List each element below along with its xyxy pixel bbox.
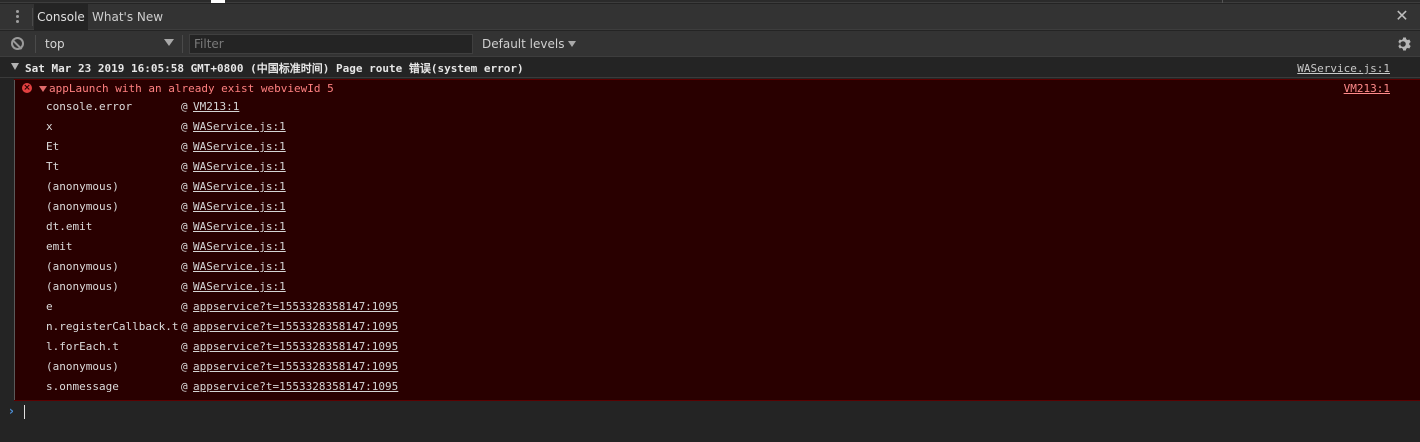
- tab-whats-new[interactable]: What's New: [92, 4, 163, 30]
- at-symbol: @: [181, 300, 188, 313]
- stack-frame-function: s.onmessage: [46, 380, 119, 393]
- at-symbol: @: [181, 180, 188, 193]
- stack-frame-link[interactable]: WAService.js:1: [193, 200, 286, 213]
- stack-frame-link[interactable]: VM213:1: [193, 100, 239, 113]
- stack-frame-row: x @ WAService.js:1: [46, 117, 286, 137]
- group-title: Sat Mar 23 2019 16:05:58 GMT+0800 (中国标准时…: [25, 62, 524, 75]
- stack-frame-function: Tt: [46, 160, 60, 173]
- stack-frame-row: (anonymous) @ appservice?t=1553328358147:1…: [46, 357, 398, 377]
- stack-frame-row: (anonymous) @ WAService.js:1: [46, 277, 286, 297]
- gear-icon[interactable]: [1395, 36, 1411, 52]
- console-group-header[interactable]: Sat Mar 23 2019 16:05:58 GMT+0800 (中国标准时…: [0, 58, 1420, 78]
- console-toolbar: top Default levels: [0, 31, 1420, 57]
- stack-frame-row: emit @ WAService.js:1: [46, 237, 286, 257]
- stack-frame-link[interactable]: appservice?t=1553328358147:1095: [193, 340, 398, 353]
- stack-frame-link[interactable]: WAService.js:1: [193, 120, 286, 133]
- stack-frame-row: (anonymous) @ WAService.js:1: [46, 197, 286, 217]
- stack-frame-function: (anonymous): [46, 200, 119, 213]
- stack-frame-function: Et: [46, 140, 60, 153]
- console-prompt[interactable]: ›: [0, 401, 1420, 442]
- stack-frame-row: (anonymous) @ WAService.js:1: [46, 177, 286, 197]
- top-strip-divider: [1222, 0, 1223, 3]
- stack-frame-function: (anonymous): [46, 280, 119, 293]
- error-icon: ×: [22, 83, 32, 93]
- at-symbol: @: [181, 160, 188, 173]
- devtools-tab-bar: Console What's New ✕: [0, 4, 1420, 30]
- stack-frame-link[interactable]: WAService.js:1: [193, 280, 286, 293]
- at-symbol: @: [181, 200, 188, 213]
- toolbar-separator: [182, 35, 183, 53]
- at-symbol: @: [181, 120, 188, 133]
- context-selector[interactable]: top: [45, 31, 65, 57]
- error-source-link[interactable]: VM213:1: [1344, 80, 1390, 97]
- error-message[interactable]: appLaunch with an already exist webviewI…: [49, 80, 334, 97]
- stack-frame-function: x: [46, 120, 53, 133]
- at-symbol: @: [181, 220, 188, 233]
- stack-frame-function: dt.emit: [46, 220, 93, 233]
- toolbar-separator: [35, 35, 36, 53]
- top-strip-marker: [211, 0, 225, 3]
- log-levels-dropdown[interactable]: Default levels: [482, 31, 577, 57]
- at-symbol: @: [181, 280, 188, 293]
- stack-frame-link[interactable]: WAService.js:1: [193, 180, 286, 193]
- stack-frame-function: n.registerCallback.t: [46, 320, 179, 333]
- log-levels-label: Default levels: [482, 37, 565, 51]
- stack-frame-function: emit: [46, 240, 73, 253]
- stack-frame-link[interactable]: appservice?t=1553328358147:1095: [193, 300, 398, 313]
- source-link[interactable]: WAService.js:1: [1297, 58, 1390, 79]
- stack-frame-link[interactable]: WAService.js:1: [193, 220, 286, 233]
- chevron-down-icon[interactable]: [164, 39, 174, 46]
- stack-frame-row: e @ appservice?t=1553328358147:1095: [46, 297, 398, 317]
- stack-frame-row: Tt @ WAService.js:1: [46, 157, 286, 177]
- stack-frame-row: n.registerCallback.t @ appservice?t=155332…: [46, 317, 398, 337]
- chevron-down-icon: [568, 41, 577, 47]
- stack-frame-function: l.forEach.t: [46, 340, 119, 353]
- at-symbol: @: [181, 140, 188, 153]
- stack-frame-link[interactable]: appservice?t=1553328358147:1095: [193, 380, 398, 393]
- close-drawer-icon[interactable]: ✕: [1395, 8, 1409, 24]
- stack-frame-row: (anonymous) @ WAService.js:1: [46, 257, 286, 277]
- at-symbol: @: [181, 380, 188, 393]
- stack-frame-row: dt.emit @ WAService.js:1: [46, 217, 286, 237]
- at-symbol: @: [181, 360, 188, 373]
- stack-frame-link[interactable]: appservice?t=1553328358147:1095: [193, 320, 398, 333]
- at-symbol: @: [181, 260, 188, 273]
- stack-frame-link[interactable]: WAService.js:1: [193, 240, 286, 253]
- stack-frame-row: s.onmessage @ appservice?t=1553328358147:1…: [46, 377, 398, 397]
- stack-frame-row: l.forEach.t @ appservice?t=1553328358147:1…: [46, 337, 398, 357]
- expand-triangle-icon[interactable]: [11, 63, 19, 70]
- clear-console-icon[interactable]: [11, 37, 24, 50]
- more-tabs-icon[interactable]: [10, 9, 24, 25]
- stack-frame-function: (anonymous): [46, 180, 119, 193]
- error-message-block: × appLaunch with an already exist webvie…: [14, 79, 1420, 401]
- stack-frame-link[interactable]: WAService.js:1: [193, 140, 286, 153]
- window-top-strip: [0, 0, 1420, 3]
- stack-frame-link[interactable]: WAService.js:1: [193, 260, 286, 273]
- at-symbol: @: [181, 340, 188, 353]
- stack-frame-function: e: [46, 300, 53, 313]
- stack-frame-function: (anonymous): [46, 360, 119, 373]
- tab-separator: [32, 8, 33, 26]
- expand-triangle-icon[interactable]: [39, 86, 47, 92]
- stack-frame-function: console.error: [46, 100, 133, 113]
- at-symbol: @: [181, 100, 188, 113]
- filter-input[interactable]: [189, 34, 473, 54]
- prompt-chevron-icon: ›: [9, 404, 14, 418]
- text-caret: [24, 405, 25, 419]
- stack-frame-row: console.error @ VM213:1: [46, 97, 239, 117]
- stack-frame-link[interactable]: WAService.js:1: [193, 160, 286, 173]
- at-symbol: @: [181, 320, 188, 333]
- stack-frame-function: (anonymous): [46, 260, 119, 273]
- stack-frame-link[interactable]: appservice?t=1553328358147:1095: [193, 360, 398, 373]
- at-symbol: @: [181, 240, 188, 253]
- tab-console[interactable]: Console: [34, 4, 88, 30]
- stack-frame-row: Et @ WAService.js:1: [46, 137, 286, 157]
